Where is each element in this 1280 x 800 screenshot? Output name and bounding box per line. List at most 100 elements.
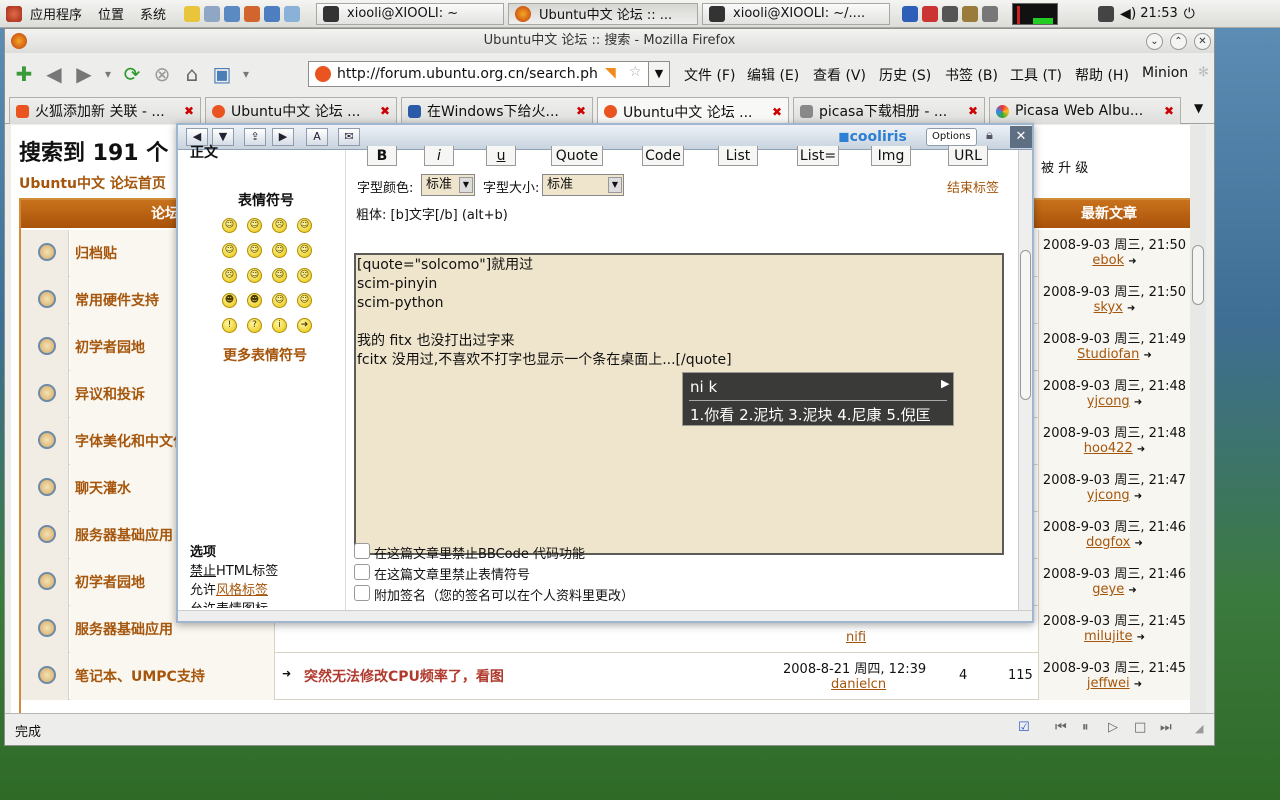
- clock[interactable]: 21:53: [1140, 6, 1177, 21]
- new-tab-icon[interactable]: ✚: [9, 59, 39, 89]
- tray-icon[interactable]: [962, 5, 979, 22]
- smiley-icon[interactable]: i: [272, 318, 287, 333]
- overlay-hscrollbar[interactable]: [178, 610, 1032, 621]
- tab-5[interactable]: Picasa Web Albu... ✖: [989, 97, 1181, 124]
- bbcode-code-button[interactable]: Code: [642, 146, 684, 166]
- smiley-icon[interactable]: ☹: [272, 218, 287, 233]
- smiley-icon[interactable]: ☺: [222, 218, 237, 233]
- font-color-select[interactable]: 标准 ▼: [421, 174, 475, 196]
- goto-post-icon[interactable]: ➜: [1128, 256, 1136, 267]
- goto-post-icon[interactable]: ➜: [282, 667, 291, 680]
- breadcrumb-home-link[interactable]: Ubuntu中文 论坛首页: [19, 173, 166, 193]
- gnome-foot-icon[interactable]: [6, 5, 22, 22]
- tab-2[interactable]: 在Windows下给火... ✖: [401, 97, 593, 124]
- maximize-button[interactable]: ⌃: [1170, 33, 1187, 50]
- bbcode-underline-button[interactable]: u: [486, 146, 516, 166]
- photo-icon[interactable]: ▣: [207, 59, 237, 89]
- options-button[interactable]: Options: [926, 128, 977, 146]
- tab-close-icon[interactable]: ✖: [766, 105, 782, 119]
- resize-grip-icon[interactable]: ◢: [1195, 722, 1203, 735]
- smiley-icon[interactable]: ☹: [297, 268, 312, 283]
- status-check-icon[interactable]: ☑: [1018, 720, 1030, 735]
- latest-user-link[interactable]: yjcong: [1087, 488, 1130, 503]
- tab-list-icon[interactable]: ▼: [1194, 101, 1203, 115]
- tray-icon[interactable]: [982, 5, 999, 22]
- topic-link[interactable]: 突然无法修改CPU频率了，看图: [304, 666, 504, 686]
- goto-post-icon[interactable]: ➜: [1135, 538, 1143, 549]
- bbcode-list-ordered-button[interactable]: List=: [797, 146, 839, 166]
- menu-edit[interactable]: 编辑 (E): [747, 65, 799, 85]
- goto-post-icon[interactable]: ➜: [1137, 632, 1145, 643]
- page-scrollbar[interactable]: [1190, 125, 1206, 715]
- style-tags-link[interactable]: 风格标签: [216, 583, 268, 598]
- url-bar[interactable]: http://forum.ubuntu.org.cn/search.ph ◥ ☆: [308, 61, 670, 87]
- bbcode-quote-button[interactable]: Quote: [551, 146, 603, 166]
- smiley-icon[interactable]: ☹: [222, 268, 237, 283]
- goto-post-icon[interactable]: ➜: [1134, 679, 1142, 690]
- menu-file[interactable]: 文件 (F): [684, 65, 735, 85]
- bbcode-italic-button[interactable]: i: [424, 146, 454, 166]
- bbcode-img-button[interactable]: Img: [871, 146, 911, 166]
- video-button[interactable]: ▶: [272, 128, 294, 146]
- latest-user-link[interactable]: yjcong: [1087, 394, 1130, 409]
- smiley-icon[interactable]: ☺: [297, 218, 312, 233]
- tab-1[interactable]: Ubuntu中文 论坛 ... ✖: [205, 97, 397, 124]
- menu-minion[interactable]: Minion: [1142, 65, 1188, 81]
- latest-user-link[interactable]: geye: [1092, 582, 1124, 597]
- goto-post-icon[interactable]: ➜: [1143, 350, 1151, 361]
- display-icon[interactable]: [1098, 5, 1115, 22]
- stop-button[interactable]: ⊗: [147, 59, 177, 89]
- upload-button[interactable]: ⇪: [244, 128, 266, 146]
- latest-user-link[interactable]: ebok: [1092, 253, 1124, 268]
- close-button[interactable]: ✕: [1194, 33, 1211, 50]
- launcher-icon[interactable]: [204, 5, 221, 22]
- menu-tools[interactable]: 工具 (T): [1010, 65, 1062, 85]
- smiley-icon[interactable]: ☺: [247, 268, 262, 283]
- smiley-icon[interactable]: ➜: [297, 318, 312, 333]
- goto-post-icon[interactable]: ➜: [1128, 585, 1136, 596]
- goto-post-icon[interactable]: ➜: [1137, 444, 1145, 455]
- bbcode-url-button[interactable]: URL: [948, 146, 988, 166]
- tab-4[interactable]: picasa下载相册 - ... ✖: [793, 97, 985, 124]
- bbcode-bold-button[interactable]: B: [367, 146, 397, 166]
- overlay-close-button[interactable]: ✕: [1010, 126, 1032, 148]
- home-button[interactable]: ⌂: [177, 59, 207, 89]
- smiley-icon[interactable]: ☺: [247, 218, 262, 233]
- forward-button[interactable]: ▶: [69, 59, 99, 89]
- latest-user-link[interactable]: hoo422: [1084, 441, 1133, 456]
- latest-user-link[interactable]: Studiofan: [1077, 347, 1139, 362]
- panel-menu-applications[interactable]: 应用程序: [22, 4, 90, 23]
- latest-user-link[interactable]: milujite: [1084, 629, 1132, 644]
- taskbar-item-terminal-2[interactable]: xiooli@XIOOLI: ~/....: [702, 2, 891, 25]
- prev-track-icon[interactable]: ⏮: [1055, 720, 1067, 735]
- toolbar-dropdown-icon[interactable]: ▾: [237, 59, 255, 89]
- close-tags-link[interactable]: 结束标签: [947, 177, 999, 196]
- goto-post-icon[interactable]: ➜: [1134, 397, 1142, 408]
- latest-user-link[interactable]: skyx: [1094, 300, 1123, 315]
- bookmark-star-icon[interactable]: ☆: [629, 64, 642, 80]
- tab-0[interactable]: 火狐添加新 关联 - ... ✖: [9, 97, 201, 124]
- tray-icon[interactable]: [942, 5, 959, 22]
- menu-history[interactable]: 历史 (S): [879, 65, 931, 85]
- pause-icon[interactable]: ⏸: [1082, 720, 1089, 735]
- tray-icon[interactable]: [902, 5, 919, 22]
- smiley-icon[interactable]: ☺: [272, 243, 287, 258]
- minimize-button[interactable]: ⌄: [1146, 33, 1163, 50]
- smiley-icon[interactable]: ☺: [247, 243, 262, 258]
- smiley-icon[interactable]: ☺: [222, 243, 237, 258]
- mail-button[interactable]: ✉: [338, 128, 360, 146]
- overlay-scrollbar[interactable]: [1018, 150, 1032, 610]
- goto-post-icon[interactable]: ➜: [1127, 303, 1135, 314]
- topic-author-link[interactable]: danielcn: [831, 677, 886, 692]
- goto-post-icon[interactable]: ➜: [1134, 491, 1142, 502]
- launcher-icon[interactable]: [184, 5, 201, 22]
- page-scrollbar-thumb[interactable]: [1192, 245, 1204, 305]
- launcher-icon[interactable]: [284, 5, 301, 22]
- more-smilies-link[interactable]: 更多表情符号: [223, 345, 307, 365]
- tab-close-icon[interactable]: ✖: [570, 104, 586, 118]
- tab-close-icon[interactable]: ✖: [1158, 104, 1174, 118]
- launcher-icon[interactable]: [264, 5, 281, 22]
- history-dropdown-icon[interactable]: ▾: [99, 59, 117, 89]
- smiley-icon[interactable]: ☺: [297, 243, 312, 258]
- disable-bbcode-checkbox[interactable]: [354, 543, 370, 559]
